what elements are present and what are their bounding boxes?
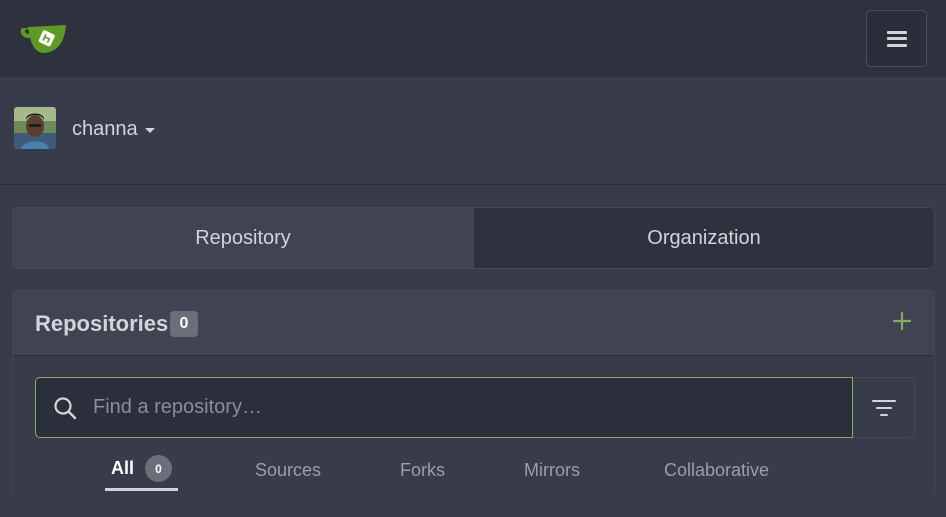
repo-org-switcher: Repository Organization [12, 207, 935, 269]
tab-all-count-badge: 0 [145, 455, 173, 482]
tab-organization[interactable]: Organization [473, 208, 934, 268]
search-box [35, 377, 853, 438]
top-navbar [0, 0, 946, 77]
context-user-dropdown[interactable]: channa [72, 118, 155, 141]
search-icon [54, 397, 77, 420]
filter-button[interactable] [853, 377, 915, 438]
gitea-logo-icon[interactable] [20, 20, 68, 56]
tab-organization-label: Organization [647, 226, 761, 249]
username-label: channa [72, 118, 138, 140]
tab-collaborative-label: Collaborative [664, 459, 770, 480]
repositories-title: Repositories [35, 311, 169, 336]
hamburger-menu-icon [886, 30, 907, 47]
repositories-header: Repositories 0 [13, 291, 934, 356]
repo-filter-tabs: All 0 Sources Forks Mirrors Collaborativ… [13, 449, 934, 493]
user-context-row: channa [0, 77, 946, 185]
tab-forks[interactable]: Forks [400, 449, 445, 491]
tab-repository-label: Repository [195, 226, 291, 249]
tab-repository[interactable]: Repository [13, 208, 473, 268]
tab-mirrors-label: Mirrors [524, 459, 580, 480]
tab-collaborative[interactable]: Collaborative [664, 449, 769, 491]
tab-forks-label: Forks [400, 459, 445, 480]
plus-icon[interactable] [891, 310, 913, 332]
tab-sources[interactable]: Sources [255, 449, 321, 491]
tab-all[interactable]: All 0 [105, 449, 179, 491]
tab-mirrors[interactable]: Mirrors [524, 449, 580, 491]
tab-sources-label: Sources [255, 459, 322, 480]
tab-all-label: All [111, 458, 135, 478]
caret-down-icon [144, 127, 155, 133]
search-input[interactable] [93, 396, 833, 419]
repo-search-bar [35, 377, 915, 438]
repositories-count-badge: 0 [170, 311, 198, 337]
avatar[interactable] [14, 107, 56, 149]
filter-icon [871, 399, 896, 416]
repositories-panel: Repositories 0 All 0 Sources Forks [12, 290, 935, 493]
menu-button[interactable] [866, 10, 927, 67]
